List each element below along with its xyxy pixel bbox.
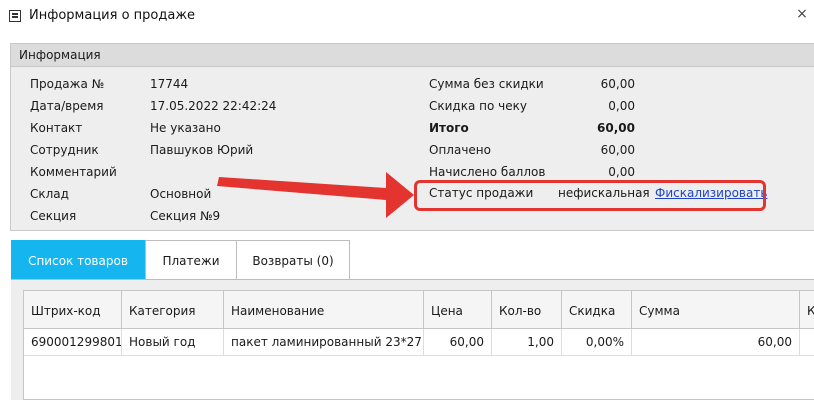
table-cell-price[interactable]: 60,00: [424, 329, 492, 356]
items-panel: Штрих-код Категория Наименование Цена Ко…: [11, 279, 814, 400]
tab-items[interactable]: Список товаров: [11, 240, 145, 280]
table-cell-sum[interactable]: 60,00: [632, 329, 800, 356]
tab-returns[interactable]: Возвраты (0): [236, 240, 350, 280]
col-header-barcode[interactable]: Штрих-код: [24, 291, 122, 329]
table-cell-category[interactable]: Новый год: [122, 329, 224, 356]
col-header-price[interactable]: Цена: [424, 291, 492, 329]
col-header-sum[interactable]: Сумма: [632, 291, 800, 329]
col-header-qty[interactable]: Кол-во: [492, 291, 562, 329]
table-cell-barcode[interactable]: 6900012998019: [24, 329, 122, 356]
col-header-category[interactable]: Категория: [122, 291, 224, 329]
col-header-discount[interactable]: Скидка: [562, 291, 632, 329]
items-table[interactable]: Штрих-код Категория Наименование Цена Ко…: [23, 290, 814, 400]
col-header-name[interactable]: Наименование: [224, 291, 424, 329]
table-cell-qty[interactable]: 1,00: [492, 329, 562, 356]
tab-payments[interactable]: Платежи: [145, 240, 237, 280]
table-cell-name[interactable]: пакет ламинированный 23*27: [224, 329, 424, 356]
table-cell-extra[interactable]: [800, 329, 814, 356]
table-cell-discount[interactable]: 0,00%: [562, 329, 632, 356]
col-header-extra[interactable]: К: [800, 291, 814, 329]
